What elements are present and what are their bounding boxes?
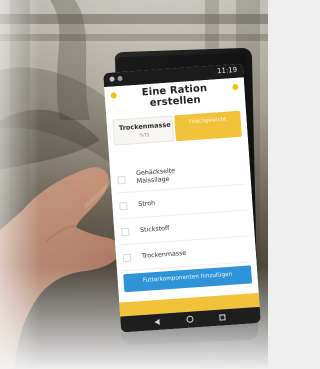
- barn-photo-background: [0, 0, 268, 369]
- photo: 11:19 Eine Ration erstellen Trockenmasse…: [0, 0, 268, 369]
